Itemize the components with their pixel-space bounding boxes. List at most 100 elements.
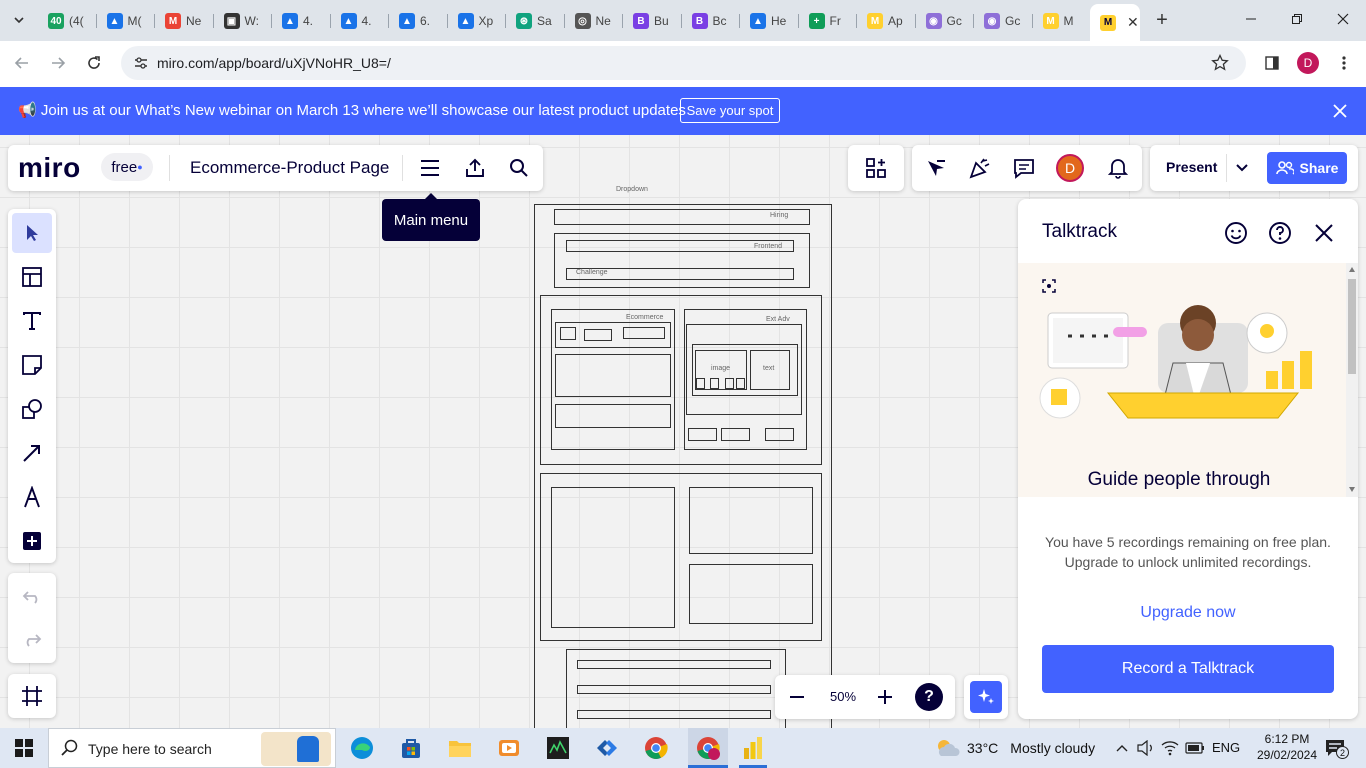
file-explorer-icon[interactable] [446, 734, 474, 762]
browser-tab[interactable]: M Ap [857, 6, 916, 36]
browser-tab[interactable]: B Bc [682, 6, 740, 36]
browser-tab[interactable]: MM [1033, 6, 1091, 36]
reload-icon[interactable] [82, 51, 106, 75]
browser-tab[interactable]: ◎ Ne [565, 6, 623, 36]
talktrack-feedback-icon[interactable] [1222, 219, 1250, 247]
volume-icon[interactable] [1136, 738, 1156, 758]
browser-tab[interactable]: 40 (4( [38, 6, 97, 36]
wf-ecom-nav-item-3[interactable] [623, 327, 665, 339]
wf-footer-line-1[interactable] [577, 660, 771, 669]
more-tools[interactable] [12, 521, 52, 561]
celebrate-icon[interactable] [968, 156, 992, 180]
system-clock[interactable]: 6:12 PM 29/02/2024 [1252, 731, 1322, 763]
browser-tab[interactable]: + Fr [799, 6, 857, 36]
wf-extadv-btn-1[interactable] [688, 428, 717, 441]
shapes-tool[interactable] [12, 389, 52, 429]
wf-thumb-3[interactable] [725, 378, 734, 389]
connector-tool[interactable] [12, 433, 52, 473]
browser-tab[interactable]: M Ne [155, 6, 214, 36]
minimize-window-icon[interactable] [1240, 8, 1262, 30]
profile-avatar[interactable]: D [1297, 52, 1319, 74]
new-tab-icon[interactable]: + [1150, 8, 1174, 32]
text-tool[interactable] [12, 301, 52, 341]
edge-browser-icon[interactable] [348, 734, 376, 762]
site-info-icon[interactable] [133, 55, 149, 76]
browser-tab[interactable]: ⊛ Sa [506, 6, 565, 36]
wf-thumb-1[interactable] [696, 378, 705, 389]
side-panel-icon[interactable] [1260, 51, 1284, 75]
undo-button[interactable] [12, 577, 52, 617]
url-text[interactable]: miro.com/app/board/uXjVNoHR_U8=/ [157, 55, 391, 71]
present-button[interactable]: Present [1166, 159, 1217, 175]
weather-widget[interactable]: 33°C Mostly cloudy [935, 738, 1095, 758]
taskbar-search-box[interactable]: Type here to search [48, 728, 336, 768]
talktrack-close-icon[interactable] [1310, 219, 1338, 247]
browser-tab[interactable]: ▲ 6. [389, 6, 448, 36]
notifications-bell-icon[interactable] [1106, 156, 1130, 180]
export-icon[interactable] [463, 156, 487, 180]
browser-tab[interactable]: ◉ Gc [916, 6, 974, 36]
browser-tab[interactable]: ▲ He [740, 6, 799, 36]
templates-tool[interactable] [12, 257, 52, 297]
tab-miro-active[interactable]: M ✕ [1090, 4, 1140, 41]
close-tab-icon[interactable]: ✕ [1127, 14, 1139, 31]
wf-ecom-nav-item-2[interactable] [584, 329, 612, 341]
windows-start-icon[interactable] [10, 736, 38, 760]
record-talktrack-button[interactable]: Record a Talktrack [1042, 645, 1334, 693]
pen-tool[interactable] [12, 477, 52, 517]
present-options-chevron-icon[interactable] [1230, 156, 1254, 180]
browser-tab[interactable]: B Bu [623, 6, 682, 36]
search-icon[interactable] [507, 156, 531, 180]
battery-icon[interactable] [1184, 738, 1206, 758]
wf-ecom-nav-item-1[interactable] [560, 327, 576, 340]
wf-footer-line-2[interactable] [577, 685, 771, 694]
wf-extadv-btn-2[interactable] [721, 428, 750, 441]
main-menu-icon[interactable] [418, 156, 442, 180]
chrome-icon[interactable] [642, 734, 670, 762]
microsoft-store-icon[interactable] [397, 734, 425, 762]
board-title[interactable]: Ecommerce-Product Page [190, 158, 389, 178]
tab-search-icon[interactable] [8, 9, 30, 31]
browser-tab[interactable]: ▣ W: [214, 6, 272, 36]
board-canvas[interactable]: Dropdown Hiring Frontend Challenge Ecomm… [0, 135, 1366, 728]
wf-thumb-2[interactable] [710, 378, 719, 389]
scroll-down-arrow-icon[interactable] [1349, 487, 1355, 492]
bookmark-star-icon[interactable] [1211, 53, 1229, 77]
wf-ecom-block-1[interactable] [555, 354, 671, 397]
promo-scrollbar[interactable] [1346, 263, 1358, 497]
close-window-icon[interactable] [1332, 8, 1354, 30]
scrollbar-thumb[interactable] [1348, 279, 1356, 374]
address-bar[interactable]: miro.com/app/board/uXjVNoHR_U8=/ [121, 46, 1246, 80]
forward-icon[interactable] [46, 51, 70, 75]
frames-button[interactable] [12, 676, 52, 716]
wf-s2-left-box[interactable] [551, 487, 675, 628]
save-your-spot-button[interactable]: Save your spot [680, 98, 780, 123]
scroll-up-arrow-icon[interactable] [1349, 267, 1355, 272]
sticky-note-tool[interactable] [12, 345, 52, 385]
browser-tab[interactable]: ▲ 4. [272, 6, 331, 36]
terminal-app-icon[interactable] [544, 734, 572, 762]
language-indicator[interactable]: ENG [1212, 740, 1240, 755]
wf-thumb-4[interactable] [736, 378, 745, 389]
back-icon[interactable] [10, 51, 34, 75]
close-banner-icon[interactable] [1328, 99, 1352, 123]
browser-tab[interactable]: ▲ M( [97, 6, 155, 36]
user-avatar[interactable]: D [1056, 154, 1084, 182]
plan-badge[interactable]: free ● [101, 153, 153, 181]
dev-tool-icon[interactable] [593, 734, 621, 762]
cursor-follow-icon[interactable] [924, 156, 948, 180]
wf-s2-right-top-box[interactable] [689, 487, 813, 554]
ai-sparkle-button[interactable] [970, 681, 1002, 713]
select-tool[interactable] [12, 213, 52, 253]
wf-extadv-btn-3[interactable] [765, 428, 794, 441]
wf-footer-line-3[interactable] [577, 710, 771, 719]
show-hidden-icons-chevron-icon[interactable] [1112, 738, 1132, 758]
browser-tab[interactable]: ◉ Gc [974, 6, 1033, 36]
talktrack-help-icon[interactable] [1266, 219, 1294, 247]
zoom-out-icon[interactable] [785, 685, 809, 709]
restore-window-icon[interactable] [1286, 8, 1308, 30]
zoom-level[interactable]: 50% [830, 689, 856, 704]
media-player-icon[interactable] [495, 734, 523, 762]
zoom-in-icon[interactable] [873, 685, 897, 709]
redo-button[interactable] [12, 620, 52, 660]
